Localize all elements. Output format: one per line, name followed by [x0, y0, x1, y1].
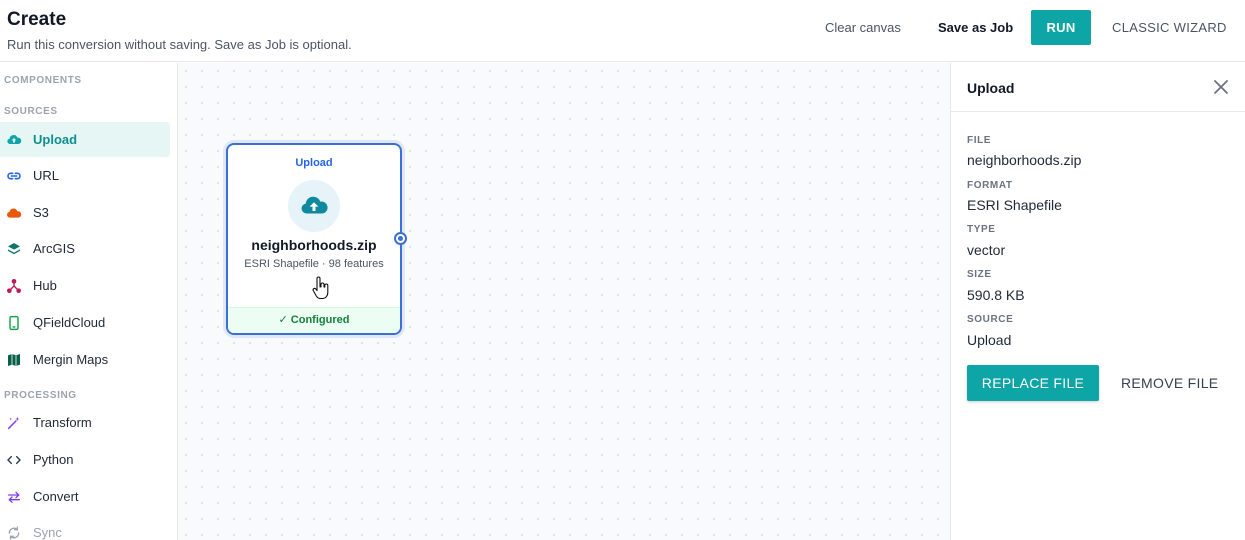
sidebar-item-label: Mergin Maps: [33, 352, 109, 367]
file-label: FILE: [967, 135, 992, 146]
sidebar-item-transform[interactable]: Transform: [0, 405, 170, 440]
classic-wizard-button[interactable]: CLASSIC WIZARD: [1112, 10, 1227, 45]
magic-wand-icon: [6, 415, 22, 431]
workflow-canvas[interactable]: Upload neighborhoods.zip ESRI Shapefile …: [178, 63, 950, 540]
node-icon-wrap: [288, 180, 340, 232]
cloud-icon: [6, 205, 22, 221]
processing-heading: PROCESSING: [4, 390, 77, 401]
layers-icon: [6, 241, 22, 257]
sidebar-item-sync[interactable]: Sync: [0, 515, 170, 540]
replace-file-button[interactable]: REPLACE FILE: [967, 365, 1099, 401]
sidebar-item-mergin-maps[interactable]: Mergin Maps: [0, 342, 170, 377]
sidebar-item-label: ArcGIS: [33, 241, 75, 256]
node-file-name: neighborhoods.zip: [251, 237, 377, 253]
code-icon: [6, 452, 22, 468]
panel-title: Upload: [967, 80, 1015, 96]
link-icon: [6, 168, 22, 184]
node-status: ✓ Configured: [228, 307, 400, 333]
swap-icon: [6, 489, 22, 505]
sidebar-item-arcgis[interactable]: ArcGIS: [0, 231, 170, 266]
page-title: Create: [7, 9, 67, 30]
page-subtitle: Run this conversion without saving. Save…: [7, 37, 352, 52]
components-sidebar: COMPONENTS SOURCES Upload URL S3 ArcGIS …: [0, 63, 178, 540]
sidebar-item-label: Hub: [33, 278, 57, 293]
map-icon: [6, 352, 22, 368]
node-output-port[interactable]: [394, 232, 407, 245]
sidebar-item-qfieldcloud[interactable]: QFieldCloud: [0, 305, 170, 340]
source-value: Upload: [967, 332, 1012, 348]
sources-heading: SOURCES: [4, 106, 58, 117]
sidebar-item-label: Convert: [33, 489, 79, 504]
save-as-job-button[interactable]: Save as Job: [938, 10, 1013, 45]
upload-node[interactable]: Upload neighborhoods.zip ESRI Shapefile …: [226, 143, 402, 335]
type-value: vector: [967, 242, 1006, 258]
type-label: TYPE: [967, 224, 996, 235]
hub-icon: [6, 278, 22, 294]
sidebar-item-label: Sync: [33, 525, 62, 540]
components-heading: COMPONENTS: [4, 75, 82, 86]
panel-header: Upload: [951, 63, 1245, 112]
format-value: ESRI Shapefile: [967, 197, 1062, 213]
sidebar-item-hub[interactable]: Hub: [0, 268, 170, 303]
clear-canvas-button[interactable]: Clear canvas: [825, 10, 901, 45]
node-meta: ESRI Shapefile · 98 features: [244, 258, 384, 270]
sidebar-item-label: Python: [33, 452, 74, 467]
size-value: 590.8 KB: [967, 287, 1025, 303]
format-label: FORMAT: [967, 180, 1013, 191]
sidebar-item-url[interactable]: URL: [0, 158, 170, 193]
mobile-icon: [6, 315, 22, 331]
sidebar-item-label: QFieldCloud: [33, 315, 106, 330]
cloud-upload-icon: [301, 196, 328, 214]
sync-icon: [6, 525, 22, 540]
size-label: SIZE: [967, 269, 992, 280]
source-label: SOURCE: [967, 314, 1014, 325]
node-type-label: Upload: [295, 157, 333, 169]
sidebar-item-label: Upload: [33, 132, 78, 147]
sidebar-item-label: S3: [33, 205, 49, 220]
header: Create Run this conversion without savin…: [0, 0, 1245, 62]
sidebar-item-convert[interactable]: Convert: [0, 479, 170, 514]
sidebar-item-s3[interactable]: S3: [0, 195, 170, 230]
file-value: neighborhoods.zip: [967, 152, 1082, 168]
hand-cursor-icon: [312, 276, 329, 300]
sidebar-item-upload[interactable]: Upload: [0, 122, 170, 157]
sidebar-item-python[interactable]: Python: [0, 442, 170, 477]
run-button[interactable]: RUN: [1031, 10, 1091, 45]
close-icon[interactable]: [1212, 78, 1230, 96]
sidebar-item-label: URL: [33, 168, 60, 183]
sidebar-item-label: Transform: [33, 415, 92, 430]
remove-file-button[interactable]: REMOVE FILE: [1121, 365, 1218, 401]
cloud-upload-icon: [6, 132, 22, 148]
properties-panel: Upload FILE neighborhoods.zip FORMAT ESR…: [950, 63, 1245, 540]
